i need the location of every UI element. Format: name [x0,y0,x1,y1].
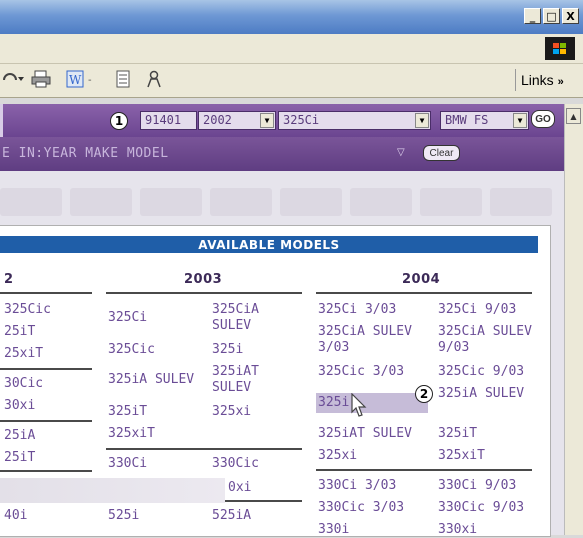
model-link[interactable]: 330i [318,522,349,538]
divider [106,292,302,294]
model-link[interactable]: 330Cic 9/03 [438,500,524,516]
svg-text:-: - [88,75,92,86]
step-2-marker: 2 [415,385,433,403]
browser-toolbar: W- Links » [0,64,583,98]
minimize-button[interactable]: _ [524,8,541,24]
model-link[interactable]: 30xi [4,398,35,414]
model-link[interactable]: 325iA SULEV [108,372,194,388]
scroll-up-arrow[interactable]: ▲ [566,108,581,124]
model-link[interactable]: 330Cic [212,456,259,472]
zip-input[interactable]: 91401 [140,111,197,130]
model-link[interactable]: 325Ci 9/03 [438,302,516,318]
model-link[interactable]: 330Cic 3/03 [318,500,404,516]
model-link[interactable]: 25xiT [4,346,43,362]
divider [106,448,302,450]
model-link[interactable]: 25iT [4,450,35,466]
maximize-button[interactable]: □ [543,8,560,24]
mouse-cursor-icon [351,392,367,423]
model-link[interactable]: 325iT [438,426,477,442]
model-link[interactable]: 25iA [4,428,35,444]
clear-button[interactable]: Clear [423,145,460,161]
model-link[interactable]: 325Cic [4,302,51,318]
svg-text:W: W [69,73,82,87]
model-link[interactable]: 325iAT SULEV [212,364,302,396]
model-link[interactable]: 30Cic [4,376,43,392]
model-link[interactable]: 25iT [4,324,35,340]
blurred-region [0,478,225,503]
make-select[interactable]: BMW FS ▼ [440,111,529,130]
divider [0,420,92,422]
model-link-325i-hovered[interactable]: 325i [318,395,349,411]
model-select[interactable]: 325Ci ▼ [278,111,431,130]
model-link[interactable]: 325Cic 3/03 [318,364,404,380]
toolbar-separator [515,69,516,91]
links-toolbar[interactable]: Links » [521,72,564,88]
model-link[interactable]: 525iA [212,508,251,524]
discuss-icon[interactable] [115,70,131,92]
make-dropdown-arrow-icon[interactable]: ▼ [513,113,527,128]
model-link[interactable]: 325xi [318,448,357,464]
model-link[interactable]: 325CiA SULEV [212,302,302,334]
model-link[interactable]: 330Ci 9/03 [438,478,516,494]
year-select[interactable]: 2002 ▼ [198,111,276,130]
year-dropdown-arrow-icon[interactable]: ▼ [260,113,274,128]
year-header-2004: 2004 [402,272,441,287]
model-link[interactable]: 40i [4,508,27,524]
model-link[interactable]: 325Ci [108,310,147,326]
model-link[interactable]: 325CiA SULEV 3/03 [318,324,436,356]
model-link[interactable]: 325xiT [108,426,155,442]
panel-title: AVAILABLE MODELS [0,236,538,253]
model-link[interactable]: 0xi [228,480,251,496]
window-title-bar: _ □ X [0,0,583,34]
word-edit-icon[interactable]: W- [66,70,100,92]
model-link[interactable]: 325CiA SULEV 9/03 [438,324,538,356]
decorative-tiles [0,188,564,216]
refine-label: E IN:YEAR MAKE MODEL [2,146,169,161]
model-link[interactable]: 325xiT [438,448,485,464]
divider [316,469,532,471]
model-link[interactable]: 325iAT SULEV [318,426,412,442]
model-link[interactable]: 325Ci 3/03 [318,302,396,318]
vertical-scrollbar[interactable] [564,104,583,535]
model-link[interactable]: 330xi [438,522,477,538]
model-link[interactable]: 330Ci [108,456,147,472]
refine-dropdown-icon[interactable]: ▽ [397,147,405,158]
model-link[interactable]: 330Ci 3/03 [318,478,396,494]
model-dropdown-arrow-icon[interactable]: ▼ [415,113,429,128]
divider [0,292,92,294]
history-dropdown-icon[interactable] [2,70,24,92]
divider [225,500,302,502]
step-1-marker: 1 [110,112,128,130]
model-link[interactable]: 525i [108,508,139,524]
divider [0,470,92,472]
divider [316,292,532,294]
model-link[interactable]: 325xi [212,404,251,420]
go-button[interactable]: GO [531,110,555,128]
model-link[interactable]: 325Cic [108,342,155,358]
windows-logo-icon [545,37,575,60]
model-link[interactable]: 325Cic 9/03 [438,364,524,380]
year-header-2002: 2 [4,272,14,287]
model-link[interactable]: 325i [212,342,243,358]
messenger-icon[interactable] [145,70,163,92]
model-link[interactable]: 325iA SULEV [438,386,528,402]
divider [0,368,92,370]
close-button[interactable]: X [562,8,579,24]
menu-bar [0,34,583,64]
year-header-2003: 2003 [184,272,223,287]
print-icon[interactable] [31,70,51,92]
model-link[interactable]: 325iT [108,404,147,420]
